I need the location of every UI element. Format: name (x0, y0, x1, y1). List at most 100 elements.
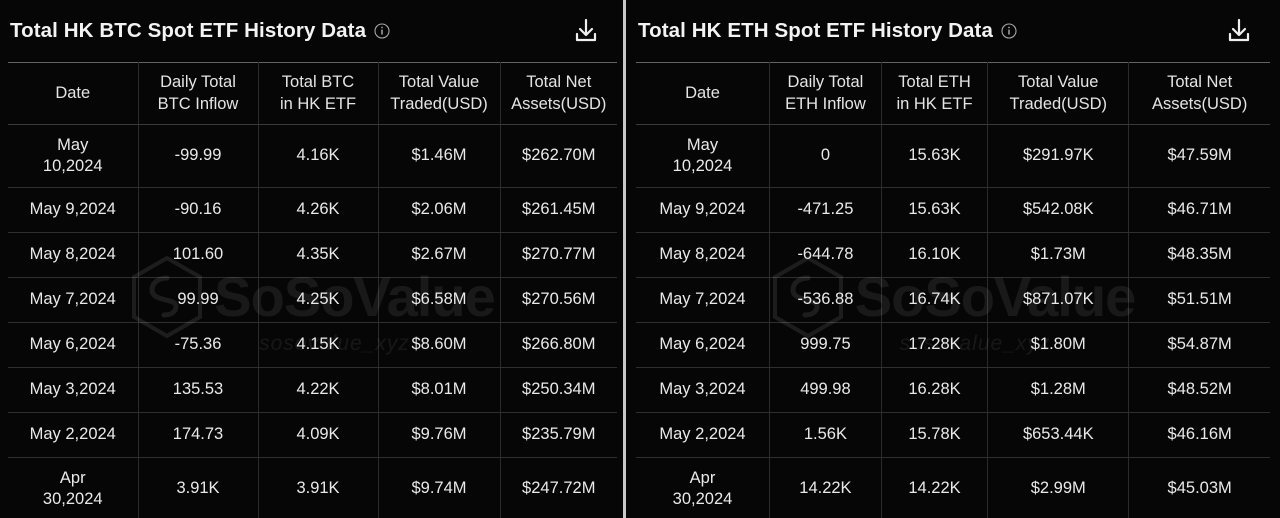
cell-date-line: Apr (689, 468, 716, 487)
info-circle-icon[interactable] (374, 23, 390, 39)
cell-total-value-traded: $8.01M (378, 367, 501, 413)
header-row: Date Daily Total ETH Inflow Total ETH in… (636, 62, 1270, 125)
cell-total-net-assets: $45.03M (1128, 457, 1270, 518)
col-header-line: Total Net (526, 73, 592, 92)
cell-total-in-etf: 4.16K (258, 124, 379, 188)
table-head-btc: Date Daily Total BTC Inflow Total BTC in… (8, 62, 617, 125)
table-row[interactable]: May 3,2024 135.53 4.22K $8.01M $250.34M (8, 367, 617, 413)
download-icon[interactable] (1224, 16, 1254, 46)
col-header-daily-inflow[interactable]: Daily Total BTC Inflow (138, 62, 259, 125)
col-header-total-net-assets[interactable]: Total Net Assets(USD) (500, 62, 617, 125)
table-row[interactable]: May 2,2024 174.73 4.09K $9.76M $235.79M (8, 412, 617, 458)
cell-date: May 2,2024 (636, 412, 771, 458)
cell-daily-inflow: 174.73 (138, 412, 259, 458)
cell-daily-inflow: 1.56K (769, 412, 882, 458)
cell-total-net-assets: $266.80M (500, 322, 617, 368)
table-row[interactable]: Apr 30,2024 3.91K 3.91K $9.74M $247.72M (8, 457, 617, 518)
cell-total-net-assets: $51.51M (1128, 277, 1270, 323)
table-head-eth: Date Daily Total ETH Inflow Total ETH in… (636, 62, 1270, 125)
cell-total-in-etf: 14.22K (881, 457, 989, 518)
cell-total-net-assets: $46.16M (1128, 412, 1270, 458)
cell-date: May 10,2024 (636, 124, 771, 188)
table-row[interactable]: May 6,2024 999.75 17.28K $1.80M $54.87M (636, 322, 1270, 368)
table-row[interactable]: May 10,2024 0 15.63K $291.97K $47.59M (636, 124, 1270, 188)
col-header-total-net-assets[interactable]: Total Net Assets(USD) (1128, 62, 1270, 125)
col-header-date[interactable]: Date (8, 62, 139, 125)
col-header-line: ETH Inflow (785, 94, 866, 113)
cell-total-value-traded: $9.74M (378, 457, 501, 518)
cell-daily-inflow: 499.98 (769, 367, 882, 413)
table-row[interactable]: May 10,2024 -99.99 4.16K $1.46M $262.70M (8, 124, 617, 188)
table-row[interactable]: May 9,2024 -471.25 15.63K $542.08K $46.71M (636, 187, 1270, 233)
table-row[interactable]: May 8,2024 -644.78 16.10K $1.73M $48.35M (636, 232, 1270, 278)
cell-daily-inflow: -90.16 (138, 187, 259, 233)
cell-date-line: 30,2024 (672, 490, 733, 508)
cell-date: May 3,2024 (636, 367, 771, 413)
cell-total-value-traded: $542.08K (987, 187, 1130, 233)
cell-total-net-assets: $47.59M (1128, 124, 1270, 188)
cell-daily-inflow: 135.53 (138, 367, 259, 413)
cell-date: May 8,2024 (8, 232, 139, 278)
cell-total-value-traded: $2.67M (378, 232, 501, 278)
panel-eth: Total HK ETH Spot ETF History Data Date … (626, 0, 1280, 518)
col-header-date[interactable]: Date (636, 62, 771, 125)
col-header-daily-inflow[interactable]: Daily Total ETH Inflow (769, 62, 882, 125)
col-header-line: Total ETH (898, 73, 971, 92)
etf-history-dashboard: Total HK BTC Spot ETF History Data Date … (0, 0, 1280, 518)
cell-total-net-assets: $247.72M (500, 457, 617, 518)
cell-total-in-etf: 15.78K (881, 412, 989, 458)
table-row[interactable]: May 9,2024 -90.16 4.26K $2.06M $261.45M (8, 187, 617, 233)
col-header-total-value-traded[interactable]: Total Value Traded(USD) (378, 62, 501, 125)
cell-total-in-etf: 4.09K (258, 412, 379, 458)
table-row[interactable]: May 7,2024 -536.88 16.74K $871.07K $51.51M (636, 277, 1270, 323)
cell-date: Apr 30,2024 (8, 457, 139, 518)
cell-total-net-assets: $262.70M (500, 124, 617, 188)
cell-date: Apr 30,2024 (636, 457, 771, 518)
col-header-line: Date (55, 83, 91, 102)
cell-total-in-etf: 4.22K (258, 367, 379, 413)
info-circle-icon[interactable] (1001, 23, 1017, 39)
header-row: Date Daily Total BTC Inflow Total BTC in… (8, 62, 617, 125)
download-icon[interactable] (571, 16, 601, 46)
table-eth: Date Daily Total ETH Inflow Total ETH in… (636, 62, 1270, 518)
cell-daily-inflow: -471.25 (769, 187, 882, 233)
cell-date-line: May 3,2024 (659, 380, 746, 399)
cell-date-line: May 2,2024 (29, 425, 116, 444)
title-group-btc: Total HK BTC Spot ETF History Data (10, 19, 390, 43)
cell-daily-inflow: 101.60 (138, 232, 259, 278)
table-row[interactable]: May 6,2024 -75.36 4.15K $8.60M $266.80M (8, 322, 617, 368)
table-row[interactable]: Apr 30,2024 14.22K 14.22K $2.99M $45.03M (636, 457, 1270, 518)
cell-date: May 6,2024 (636, 322, 771, 368)
table-row[interactable]: May 8,2024 101.60 4.35K $2.67M $270.77M (8, 232, 617, 278)
table-row[interactable]: May 7,2024 99.99 4.25K $6.58M $270.56M (8, 277, 617, 323)
col-header-line: Total Net (1167, 73, 1233, 92)
table-row[interactable]: May 3,2024 499.98 16.28K $1.28M $48.52M (636, 367, 1270, 413)
cell-date-line: Apr (59, 468, 86, 487)
col-header-line: Total Value (398, 73, 480, 92)
cell-date: May 3,2024 (8, 367, 139, 413)
cell-total-in-etf: 16.74K (881, 277, 989, 323)
col-header-total-in-etf[interactable]: Total BTC in HK ETF (258, 62, 379, 125)
col-header-line: Assets(USD) (1151, 94, 1248, 113)
cell-total-net-assets: $270.77M (500, 232, 617, 278)
cell-total-value-traded: $291.97K (987, 124, 1130, 188)
cell-total-value-traded: $9.76M (378, 412, 501, 458)
cell-date-line: May 3,2024 (29, 380, 116, 399)
cell-total-net-assets: $261.45M (500, 187, 617, 233)
cell-total-net-assets: $270.56M (500, 277, 617, 323)
cell-total-value-traded: $1.80M (987, 322, 1130, 368)
table-row[interactable]: May 2,2024 1.56K 15.78K $653.44K $46.16M (636, 412, 1270, 458)
col-header-line: Assets(USD) (511, 94, 607, 113)
col-header-line: Traded(USD) (390, 94, 488, 113)
panel-header-btc: Total HK BTC Spot ETF History Data (8, 0, 617, 62)
cell-daily-inflow: 3.91K (138, 457, 259, 518)
cell-date: May 8,2024 (636, 232, 771, 278)
cell-daily-inflow: 99.99 (138, 277, 259, 323)
cell-date: May 9,2024 (8, 187, 139, 233)
cell-date-line: 30,2024 (42, 490, 103, 508)
col-header-line: in HK ETF (279, 94, 357, 113)
cell-total-net-assets: $250.34M (500, 367, 617, 413)
col-header-total-value-traded[interactable]: Total Value Traded(USD) (987, 62, 1130, 125)
col-header-total-in-etf[interactable]: Total ETH in HK ETF (881, 62, 989, 125)
table-zone-eth: Date Daily Total ETH Inflow Total ETH in… (636, 62, 1270, 518)
